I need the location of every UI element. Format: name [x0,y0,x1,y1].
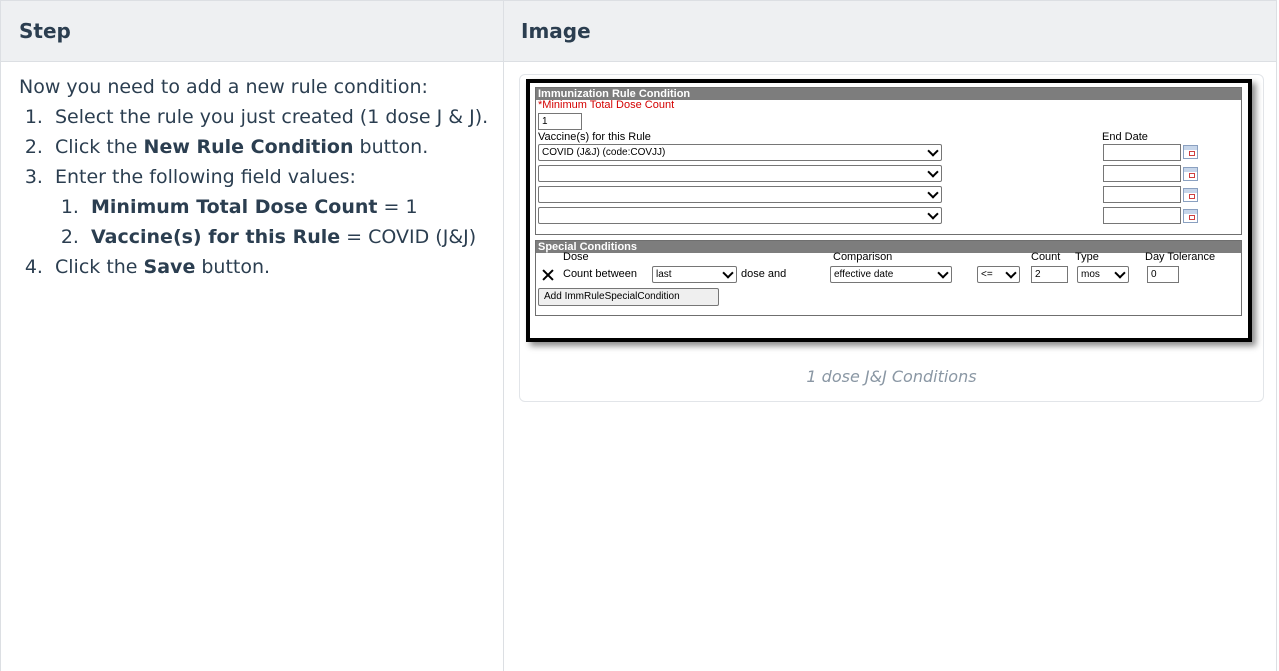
condition-panel: Immunization Rule Condition *Minimum Tot… [535,87,1242,235]
vaccine-select-2[interactable] [538,165,942,182]
type-select-value: mos [1081,269,1100,280]
column-header-image: Image [521,19,591,43]
operator-select-value: <= [981,269,993,280]
chevron-down-icon [1114,267,1126,279]
step-list: Select the rule you just created (1 dose… [19,102,489,282]
type-column-header: Type [1075,251,1099,263]
chevron-down-icon [927,187,939,199]
dose-select[interactable]: last [652,266,737,283]
vaccine-rule-term: Vaccine(s) for this Rule [91,226,341,248]
comparison-column-header: Comparison [833,251,893,263]
comparison-select-value: effective date [834,269,894,280]
calendar-icon[interactable] [1183,167,1198,181]
step-item-4-text: Click the [55,256,144,278]
count-column-header: Count [1031,251,1061,263]
step-item-3: Enter the following field values: Minimu… [49,162,489,252]
step-item-4: Click the Save button. [49,252,489,282]
end-date-input-2[interactable] [1103,165,1181,182]
dose-column-header: Dose [563,251,589,263]
count-between-label: Count between [563,268,637,280]
count-input[interactable]: 2 [1031,266,1068,283]
screenshot-figure: Immunization Rule Condition *Minimum Tot… [519,74,1264,402]
min-dose-input[interactable]: 1 [538,113,582,130]
day-tolerance-input[interactable]: 0 [1147,266,1179,283]
end-date-input-3[interactable] [1103,186,1181,203]
chevron-down-icon [927,208,939,220]
chevron-down-icon [927,166,939,178]
figure-caption: 1 dose J&J Conditions [806,367,977,386]
save-term: Save [143,256,196,278]
end-date-input-4[interactable] [1103,207,1181,224]
vaccine-select-4[interactable] [538,207,942,224]
column-header-step: Step [19,19,71,43]
add-special-condition-button[interactable]: Add ImmRuleSpecialCondition [538,288,719,306]
min-dose-count-term: Minimum Total Dose Count [91,196,378,218]
comparison-select[interactable]: effective date [830,266,952,283]
min-dose-label: *Minimum Total Dose Count [538,99,675,111]
step-item-1: Select the rule you just created (1 dose… [49,102,489,132]
type-select[interactable]: mos [1077,266,1129,283]
step-item-2-text: Click the [55,136,144,158]
calendar-icon[interactable] [1183,145,1198,159]
step-item-3-text: Enter the following field values: [55,166,356,188]
vaccine-select-1-value: COVID (J&J) (code:COVJJ) [542,147,666,158]
new-rule-condition-term: New Rule Condition [143,136,354,158]
instruction-table: Step Image Now you need to add a new rul… [0,0,1277,671]
step-item-2: Click the New Rule Condition button. [49,132,489,162]
rule-condition-screenshot: Immunization Rule Condition *Minimum Tot… [526,79,1252,342]
dose-and-label: dose and [741,268,787,280]
step-instructions: Now you need to add a new rule condition… [19,72,489,282]
end-date-input-1[interactable] [1103,144,1181,161]
field-value-1-value: = 1 [377,196,418,218]
chevron-down-icon [722,267,734,279]
chevron-down-icon [927,145,939,157]
field-value-2: Vaccine(s) for this Rule = COVID (J&J) [85,222,489,252]
vaccine-label: Vaccine(s) for this Rule [538,131,651,143]
field-values-list: Minimum Total Dose Count = 1 Vaccine(s) … [55,192,489,252]
vaccine-select-3[interactable] [538,186,942,203]
step-item-2-suffix: button. [353,136,429,158]
end-date-label: End Date [1102,131,1148,143]
calendar-icon[interactable] [1183,209,1198,223]
calendar-icon[interactable] [1183,188,1198,202]
step-item-4-suffix: button. [195,256,271,278]
table-header-row: Step Image [1,0,1276,62]
step-intro: Now you need to add a new rule condition… [19,76,428,98]
special-conditions-panel: Special Conditions Dose Comparison Count… [535,240,1242,316]
operator-select[interactable]: <= [977,266,1020,283]
field-value-2-value: = COVID (J&J) [340,226,477,248]
dose-select-value: last [656,269,672,280]
chevron-down-icon [937,267,949,279]
day-tolerance-column-header: Day Tolerance [1145,251,1216,263]
delete-x-icon[interactable] [542,269,554,281]
chevron-down-icon [1005,267,1017,279]
step-item-1-text: Select the rule you just created (1 dose… [55,106,489,128]
column-divider [503,0,504,671]
field-value-1: Minimum Total Dose Count = 1 [85,192,489,222]
vaccine-select-1[interactable]: COVID (J&J) (code:COVJJ) [538,144,942,161]
